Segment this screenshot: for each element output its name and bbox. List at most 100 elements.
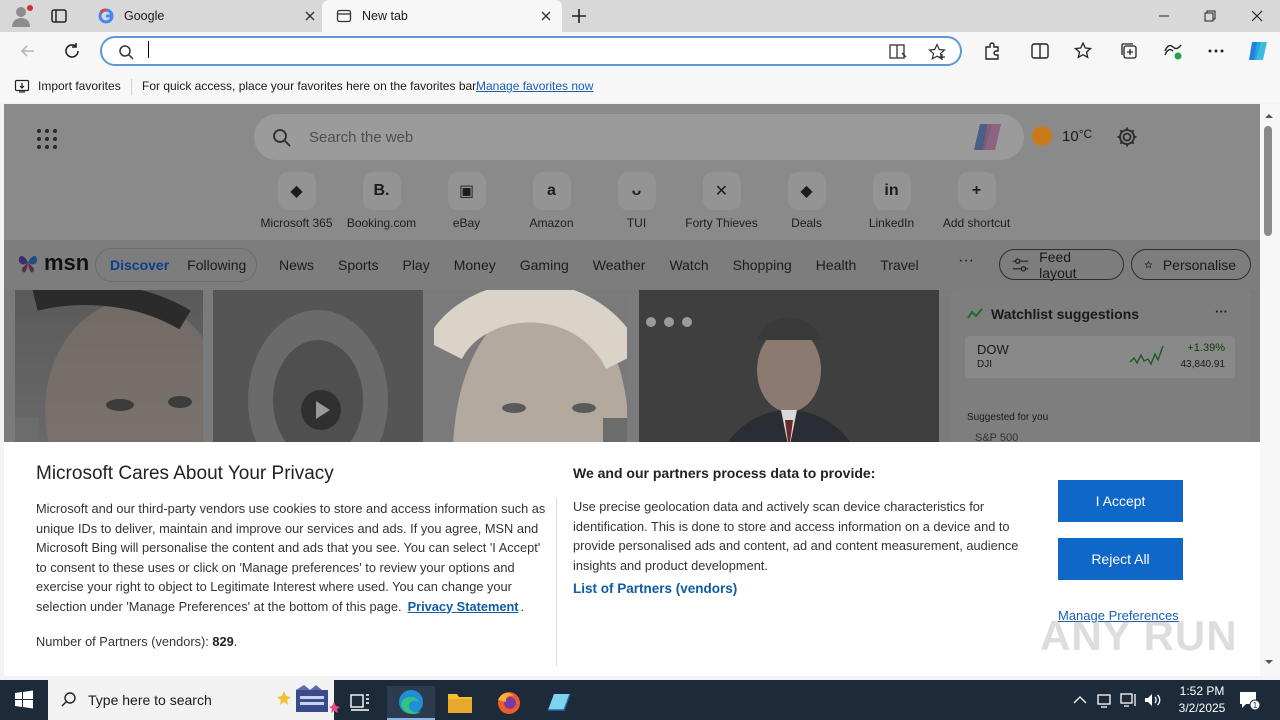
- favorites-bar: Import favorites For quick access, place…: [0, 70, 1280, 103]
- close-tab-icon[interactable]: [302, 8, 318, 24]
- nav-watch[interactable]: Watch: [669, 257, 708, 273]
- scrollbar-thumb[interactable]: [1264, 126, 1272, 236]
- reject-all-button[interactable]: Reject All: [1058, 538, 1183, 580]
- weather-unit: °C: [1078, 127, 1093, 141]
- extensions-icon[interactable]: [982, 41, 1002, 61]
- chevron-up-icon[interactable]: [1070, 690, 1090, 710]
- nav-health[interactable]: Health: [816, 257, 856, 273]
- msn-logo[interactable]: msn: [16, 250, 89, 276]
- clock-date: 3/2/2025: [1178, 701, 1226, 715]
- shortcut-ebay[interactable]: ▣ eBay: [424, 172, 509, 230]
- tab-discover[interactable]: Discover: [98, 257, 175, 273]
- favorite-star-icon[interactable]: [928, 43, 946, 61]
- scroll-up-icon: [1265, 114, 1273, 118]
- collections-icon[interactable]: [1119, 41, 1139, 61]
- import-favorites-label: Import favorites: [38, 79, 121, 93]
- divider: [131, 79, 132, 95]
- profile-icon[interactable]: [10, 5, 34, 27]
- system-tray: [1070, 680, 1162, 720]
- app-launcher-icon[interactable]: [36, 128, 58, 150]
- partners-count: 829: [212, 634, 234, 649]
- volume-icon[interactable]: [1142, 690, 1162, 710]
- shortcut-forty-thieves[interactable]: ✕ Forty Thieves: [679, 172, 764, 230]
- play-icon[interactable]: [301, 390, 341, 430]
- nav-news[interactable]: News: [279, 257, 314, 273]
- manage-favorites-link[interactable]: Manage favorites now: [476, 79, 593, 93]
- privacy-statement-link[interactable]: Privacy Statement: [408, 599, 519, 614]
- settings-more-icon[interactable]: [1206, 41, 1226, 61]
- more-categories-icon[interactable]: ···: [958, 252, 974, 270]
- address-input[interactable]: [148, 43, 848, 59]
- shortcut-booking-com[interactable]: B. Booking.com: [339, 172, 424, 230]
- address-bar[interactable]: [100, 36, 962, 66]
- restore-icon[interactable]: [1202, 8, 1218, 24]
- nav-gaming[interactable]: Gaming: [520, 257, 569, 273]
- shortcut-add-shortcut[interactable]: + Add shortcut: [934, 172, 1019, 230]
- browser-essentials-icon[interactable]: [1163, 41, 1183, 61]
- forty-thieves-icon: ✕: [702, 172, 741, 210]
- data-processing-title: We and our partners process data to prov…: [573, 465, 876, 481]
- immersive-reader-icon[interactable]: [888, 43, 908, 61]
- device-icon[interactable]: [1094, 690, 1114, 710]
- tab-following[interactable]: Following: [175, 257, 258, 273]
- sliders-icon: [1012, 257, 1029, 272]
- partners-label: Number of Partners (vendors):: [36, 634, 209, 649]
- partners-count-line: Number of Partners (vendors): 829.: [36, 634, 238, 649]
- notepad-icon[interactable]: [534, 686, 582, 720]
- split-screen-icon[interactable]: [1030, 41, 1050, 61]
- text-caret: [148, 41, 149, 58]
- nav-shopping[interactable]: Shopping: [733, 257, 792, 273]
- feed-layout-label: Feed layout: [1039, 248, 1077, 281]
- shortcut-label: Booking.com: [346, 216, 417, 230]
- import-favorites-button[interactable]: Import favorites: [14, 78, 121, 94]
- system-clock[interactable]: 1:52 PM 3/2/2025: [1172, 683, 1232, 717]
- favorites-message: For quick access, place your favorites h…: [142, 79, 479, 93]
- feed-layout-button[interactable]: Feed layout: [999, 248, 1124, 281]
- web-search-box[interactable]: Search the web: [254, 114, 1024, 160]
- shortcut-tui[interactable]: ᴗ TUI: [594, 172, 679, 230]
- firefox-icon[interactable]: [485, 686, 533, 720]
- privacy-body: Microsoft and our third-party vendors us…: [36, 501, 546, 614]
- favorites-icon[interactable]: [1074, 41, 1094, 61]
- back-icon[interactable]: [18, 41, 38, 61]
- watchlist-more-icon[interactable]: ···: [1215, 304, 1228, 319]
- edge-taskbar-icon[interactable]: [387, 686, 435, 720]
- shortcut-linkedin[interactable]: in LinkedIn: [849, 172, 934, 230]
- nav-sports[interactable]: Sports: [338, 257, 378, 273]
- refresh-icon[interactable]: [62, 41, 82, 61]
- minimize-icon[interactable]: [1156, 8, 1172, 24]
- close-tab-icon[interactable]: [538, 8, 554, 24]
- shortcut-microsoft-365[interactable]: ◆ Microsoft 365: [254, 172, 339, 230]
- shortcut-amazon[interactable]: a Amazon: [509, 172, 594, 230]
- tab-new-tab[interactable]: New tab: [322, 0, 562, 32]
- weather-temperature: 10: [1062, 127, 1079, 145]
- close-window-icon[interactable]: [1249, 8, 1265, 24]
- nav-weather[interactable]: Weather: [593, 257, 646, 273]
- accept-button[interactable]: I Accept: [1058, 480, 1183, 522]
- taskbar-search-box[interactable]: Type here to search: [48, 680, 340, 720]
- google-icon: [98, 8, 114, 24]
- file-explorer-icon[interactable]: [436, 686, 484, 720]
- nav-travel[interactable]: Travel: [880, 257, 918, 273]
- page-settings-gear-icon[interactable]: [1116, 126, 1138, 148]
- ebay-icon: ▣: [447, 172, 486, 210]
- page-scrollbar[interactable]: [1260, 104, 1280, 676]
- shortcut-deals[interactable]: ◆ Deals: [764, 172, 849, 230]
- list-of-partners-link[interactable]: List of Partners (vendors): [573, 581, 737, 596]
- nav-money[interactable]: Money: [454, 257, 496, 273]
- copilot-icon[interactable]: [972, 122, 1004, 152]
- network-icon[interactable]: [1118, 690, 1138, 710]
- new-tab-button[interactable]: [570, 7, 588, 25]
- tab-google[interactable]: Google: [84, 0, 322, 32]
- nav-play[interactable]: Play: [402, 257, 429, 273]
- notification-center-icon[interactable]: 1: [1238, 690, 1260, 710]
- personalise-button[interactable]: Personalise: [1131, 249, 1251, 280]
- task-view-icon[interactable]: [336, 686, 384, 720]
- stock-row[interactable]: DOW DJI +1.39% 43,840.91: [965, 336, 1235, 378]
- weather-widget[interactable]: 10 °C: [1032, 126, 1092, 146]
- copilot-icon[interactable]: [1246, 39, 1270, 63]
- scroll-down-icon: [1265, 660, 1273, 664]
- new-tab-page-icon: [336, 8, 352, 24]
- tab-actions-icon[interactable]: [50, 7, 68, 25]
- windows-start-icon[interactable]: [14, 690, 34, 710]
